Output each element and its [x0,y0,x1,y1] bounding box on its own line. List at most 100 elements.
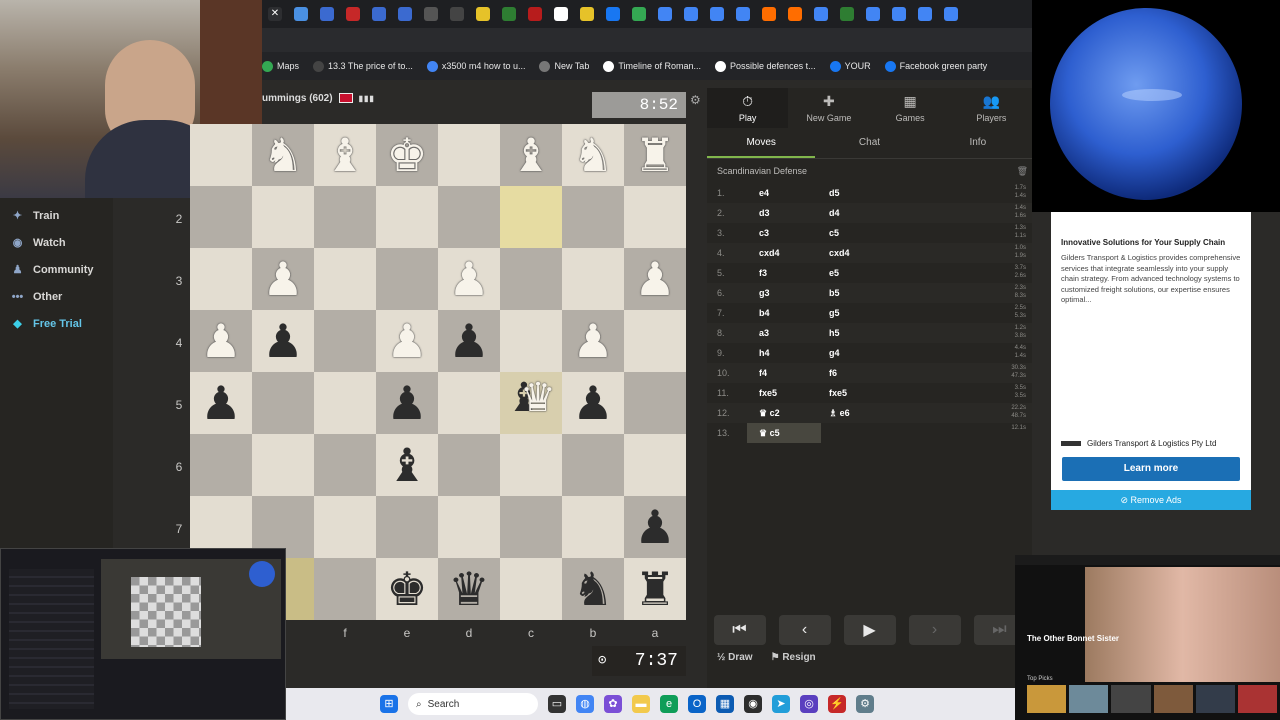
bookmark-item[interactable]: x3500 m4 how to u... [426,60,525,72]
black-move[interactable]: d4 [821,203,889,223]
white-piece[interactable]: ♟ [634,256,675,302]
white-move[interactable]: ♛ c2 [747,403,821,423]
board-square[interactable] [624,372,686,434]
tab-favicon[interactable] [476,7,490,21]
board-square[interactable]: ♟ [252,248,314,310]
white-piece[interactable]: ♛ [520,378,556,418]
white-piece[interactable]: ♞ [262,132,303,178]
black-piece[interactable]: ♚ [386,566,427,612]
black-move[interactable]: fxe5 [821,383,889,403]
white-move[interactable]: ♛ c5 [747,423,821,443]
tab-favicon[interactable] [372,7,386,21]
board-square[interactable]: ♜ [624,124,686,186]
board-square[interactable] [500,558,562,620]
windows-start-icon[interactable]: ⊞ [380,695,398,713]
tab-favicon[interactable] [840,7,854,21]
tab-favicon[interactable] [762,7,776,21]
board-square[interactable] [438,496,500,558]
black-move[interactable]: h5 [821,323,889,343]
board-square[interactable] [314,434,376,496]
black-piece[interactable]: ♟ [572,380,613,426]
tv-thumb[interactable] [1027,685,1067,713]
draw-button[interactable]: ½ Draw [717,652,753,672]
app-icon[interactable]: ⚡ [828,695,846,713]
board-square[interactable] [624,434,686,496]
white-piece[interactable]: ♟ [386,318,427,364]
board-square[interactable]: ♟ [376,372,438,434]
ad-company[interactable]: Gilders Transport & Logistics Pty Ltd [1051,439,1226,448]
board-square[interactable] [500,434,562,496]
board-square[interactable] [314,248,376,310]
board-square[interactable] [438,124,500,186]
board-square[interactable] [438,434,500,496]
black-piece[interactable]: ♟ [634,504,675,550]
tab-favicon[interactable] [528,7,542,21]
tab-favicon[interactable] [346,7,360,21]
black-move[interactable]: c5 [821,223,889,243]
edge-icon[interactable]: e [660,695,678,713]
board-square[interactable] [438,186,500,248]
tab-favicon[interactable] [294,7,308,21]
google-favicon[interactable] [918,7,932,21]
bookmark-item[interactable]: YOUR [829,60,871,72]
black-move[interactable]: g4 [821,343,889,363]
board-square[interactable]: ♟ [252,310,314,372]
black-piece[interactable]: ♟ [262,318,303,364]
board-square[interactable]: ♚ [376,124,438,186]
board-square[interactable] [314,372,376,434]
tab-favicon[interactable] [580,7,594,21]
board-square[interactable]: ♝ [500,124,562,186]
tv-thumb[interactable] [1111,685,1151,713]
tab-play[interactable]: ⏱ Play [707,88,789,128]
board-square[interactable]: ♜ [624,558,686,620]
board-square[interactable]: ♟ [562,372,624,434]
google-favicon[interactable] [684,7,698,21]
board-square[interactable]: ♟ [190,372,252,434]
white-move[interactable]: g3 [747,283,821,303]
board-square[interactable]: ♚ [376,558,438,620]
board-square[interactable]: ♟ [562,310,624,372]
tab-favicon[interactable] [424,7,438,21]
google-favicon[interactable] [658,7,672,21]
black-piece[interactable]: ♟ [200,380,241,426]
white-piece[interactable]: ♝ [324,132,365,178]
white-move[interactable]: f3 [747,263,821,283]
white-move[interactable]: h4 [747,343,821,363]
opponent-name[interactable]: ummings (602) [262,93,333,104]
board-square[interactable] [376,186,438,248]
white-move[interactable]: d3 [747,203,821,223]
board-square[interactable] [562,434,624,496]
black-move[interactable]: ♗ e6 [821,403,889,423]
tab-favicon[interactable] [502,7,516,21]
chess-board[interactable]: ♞♝♚♝♞♜♟♟♟♟♟♟♟♟♟♟♝♛♟♝♟♜♚♛♞♜ [190,124,686,620]
google-favicon[interactable] [892,7,906,21]
google-favicon[interactable] [866,7,880,21]
board-square[interactable]: ♟ [438,310,500,372]
black-move[interactable]: b5 [821,283,889,303]
advertisement[interactable]: Innovative Solutions for Your Supply Cha… [1051,212,1251,510]
board-square[interactable] [314,310,376,372]
bookmark-item[interactable]: New Tab [539,60,589,72]
board-square[interactable] [624,310,686,372]
obs-icon[interactable]: ◉ [744,695,762,713]
board-square[interactable]: ♝ ♛ [500,372,562,434]
board-square[interactable] [314,186,376,248]
play-button[interactable]: ▶ [843,615,896,645]
black-piece[interactable]: ♛ [448,566,489,612]
board-square[interactable] [252,434,314,496]
board-square[interactable] [500,496,562,558]
resign-button[interactable]: ⚑ Resign [771,652,816,672]
remove-ads-button[interactable]: ⊘ Remove Ads [1051,490,1251,510]
trash-icon[interactable]: 🗑 [1017,159,1028,183]
tab-favicon[interactable] [606,7,620,21]
nav-item-train[interactable]: ✦ Train [0,202,113,229]
close-tab-icon[interactable]: ✕ [268,7,282,21]
board-square[interactable] [376,248,438,310]
board-square[interactable] [190,124,252,186]
board-square[interactable] [252,186,314,248]
bookmark-item[interactable]: Timeline of Roman... [603,60,701,72]
tab-favicon[interactable] [450,7,464,21]
tv-thumb[interactable] [1237,685,1278,713]
white-piece[interactable]: ♝ [510,132,551,178]
store-icon[interactable]: ▦ [716,695,734,713]
